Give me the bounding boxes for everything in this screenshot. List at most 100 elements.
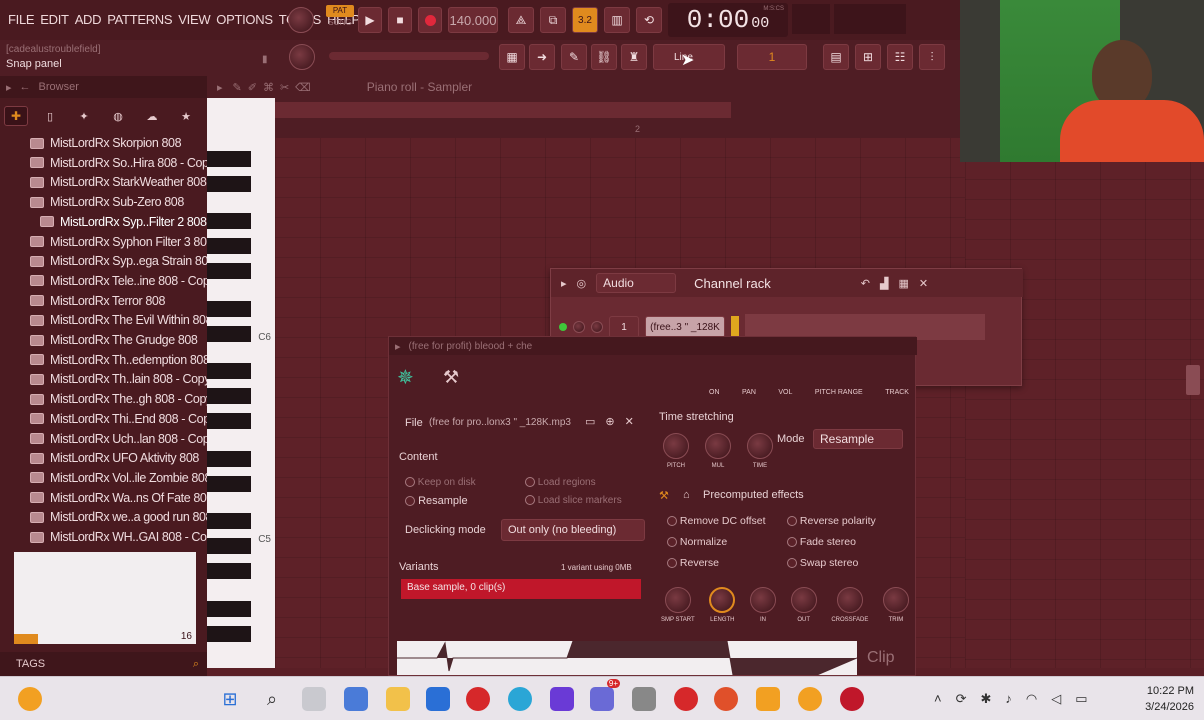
master-volume-knob[interactable]: [288, 7, 314, 33]
browser-menu-icon[interactable]: ▸: [6, 81, 12, 94]
volume-icon[interactable]: ◁: [1051, 691, 1061, 707]
pencil-button[interactable]: ✎: [561, 44, 587, 70]
piano-roll-tools[interactable]: ✎✐⌘✂⌫: [233, 81, 317, 94]
channel-rack-button[interactable]: ⊞: [855, 44, 881, 70]
graph-icon[interactable]: ▟: [880, 277, 888, 290]
channel-mute-led[interactable]: [559, 323, 567, 331]
fx-option[interactable]: Swap stereo: [787, 557, 858, 569]
note-grid-right[interactable]: [965, 160, 1204, 668]
resample-option[interactable]: Resample: [405, 495, 468, 507]
black-key[interactable]: [207, 213, 251, 229]
stamp-button[interactable]: ♜: [621, 44, 647, 70]
typing-keyboard-button[interactable]: ▥: [604, 7, 630, 33]
browser-item[interactable]: MistLordRx Th..edemption 808: [30, 351, 210, 369]
play-button[interactable]: ▶: [358, 7, 382, 33]
keep-on-disk-option[interactable]: Keep on disk: [405, 477, 476, 488]
channel-name-button[interactable]: (free..3 " _128K: [645, 316, 725, 338]
browser-item[interactable]: MistLordRx Skorpion 808: [30, 134, 182, 152]
discord-icon[interactable]: 9+: [590, 679, 620, 711]
tempo-display[interactable]: 140.000: [448, 7, 498, 33]
link-button[interactable]: ⛓: [591, 44, 617, 70]
record-button[interactable]: [418, 7, 442, 33]
browser-item[interactable]: MistLordRx Tele..ine 808 - Copy: [30, 272, 216, 290]
black-key[interactable]: [207, 563, 251, 579]
browser-globe-tab[interactable]: ◍: [106, 110, 130, 123]
close-icon[interactable]: ✕: [919, 277, 928, 290]
browser-item[interactable]: MistLordRx So..Hira 808 - Copy: [30, 154, 215, 172]
menu-item-options[interactable]: OPTIONS: [216, 12, 273, 27]
sampler-menu-icon[interactable]: ▸: [395, 340, 401, 353]
app-circle-icon[interactable]: [840, 687, 864, 711]
load-regions-option[interactable]: Load regions: [525, 477, 596, 488]
camera-icon[interactable]: [632, 687, 656, 711]
browser-star-tab[interactable]: ★: [174, 110, 198, 123]
menu-item-patterns[interactable]: PATTERNS: [107, 12, 172, 27]
base-sample-row[interactable]: Base sample, 0 clip(s): [401, 579, 641, 599]
browser-item[interactable]: MistLordRx The Evil Within 808: [30, 311, 213, 329]
knob-trim[interactable]: TRIM: [882, 587, 909, 623]
preview-play-marker[interactable]: [14, 634, 38, 644]
snap-toggle[interactable]: 3.2: [572, 7, 598, 33]
store-icon[interactable]: [426, 687, 450, 711]
fl-studio-icon[interactable]: [756, 687, 780, 711]
timeline-scroll[interactable]: [275, 102, 731, 118]
black-key[interactable]: [207, 363, 251, 379]
black-key[interactable]: [207, 150, 251, 167]
fx-option[interactable]: Normalize: [667, 536, 727, 548]
browser-item[interactable]: MistLordRx Syphon Filter 3 808: [30, 233, 213, 251]
chrome-icon[interactable]: [798, 687, 822, 711]
copilot-icon[interactable]: [344, 687, 368, 711]
channel-filter-select[interactable]: Audio: [596, 273, 677, 293]
browser-item[interactable]: MistLordRx Vol..ile Zombie 808: [30, 469, 211, 487]
piano-keyboard[interactable]: C6 C5: [207, 98, 275, 668]
browser-all-tab[interactable]: ✚: [4, 106, 28, 126]
arrow-right-button[interactable]: ➜: [529, 44, 555, 70]
undo-icon[interactable]: ↶: [861, 277, 870, 290]
browser-item[interactable]: MistLordRx Th..lain 808 - Copy: [30, 370, 210, 388]
bluetooth-icon[interactable]: ✱: [981, 691, 992, 707]
menu-item-file[interactable]: FILE: [8, 12, 35, 27]
wrench-tab-icon[interactable]: ⚒: [443, 367, 459, 388]
browser-item[interactable]: MistLordRx Thi..End 808 - Copy: [30, 410, 216, 428]
black-key[interactable]: [207, 388, 251, 404]
knob-time[interactable]: TIME: [747, 433, 773, 469]
channel-vol-knob[interactable]: [591, 321, 603, 333]
sliders-button[interactable]: ⫶: [919, 44, 945, 70]
knob-pitch[interactable]: PITCH: [663, 433, 689, 469]
waveform-display[interactable]: [397, 641, 857, 675]
channel-number[interactable]: 1: [609, 316, 639, 338]
mode-select[interactable]: Resample: [813, 429, 903, 449]
clock[interactable]: 10:22 PM 3/24/2026: [1134, 683, 1194, 715]
knob-smp-start[interactable]: SMP START: [661, 587, 695, 623]
search-icon[interactable]: ⌕: [260, 687, 284, 711]
chevron-up-icon[interactable]: ˄: [934, 691, 942, 707]
channel-rack-options-icon[interactable]: ◎: [577, 277, 587, 290]
browser-item[interactable]: MistLordRx UFO Aktivity 808: [30, 449, 199, 467]
piano-roll-button[interactable]: ▦: [499, 44, 525, 70]
black-key[interactable]: [207, 475, 251, 492]
browser-item[interactable]: MistLordRx The..gh 808 - Copy: [30, 390, 212, 408]
browser-back-icon[interactable]: ←: [20, 81, 31, 93]
browser-cloud-tab[interactable]: ☁: [140, 110, 164, 123]
browser-item[interactable]: MistLordRx StarkWeather 808: [30, 173, 207, 191]
declicking-select[interactable]: Out only (no bleeding): [501, 519, 645, 541]
browser-item[interactable]: MistLordRx WH..GAI 808 - Copy: [30, 528, 219, 546]
black-key[interactable]: [207, 413, 251, 429]
app-orange-icon[interactable]: [714, 687, 738, 711]
fx-option[interactable]: Reverse polarity: [787, 515, 876, 527]
black-key[interactable]: [207, 450, 251, 467]
knob-mul[interactable]: MUL: [705, 433, 731, 469]
menu-item-add[interactable]: ADD: [75, 12, 102, 27]
steps-icon[interactable]: ▦: [898, 277, 908, 290]
browser-item[interactable]: MistLordRx we..a good run 808: [30, 508, 213, 526]
start-icon[interactable]: ⊞: [218, 687, 242, 711]
app-red-icon[interactable]: [674, 687, 698, 711]
black-key[interactable]: [207, 513, 251, 529]
fx-option[interactable]: Reverse: [667, 557, 719, 569]
mic-icon[interactable]: ♪: [1005, 691, 1012, 707]
premiere-icon[interactable]: [550, 687, 574, 711]
wait-button[interactable]: ⧉: [540, 7, 566, 33]
weather-icon[interactable]: [18, 687, 42, 711]
black-key[interactable]: [207, 625, 251, 642]
knob-out[interactable]: OUT: [790, 587, 817, 623]
